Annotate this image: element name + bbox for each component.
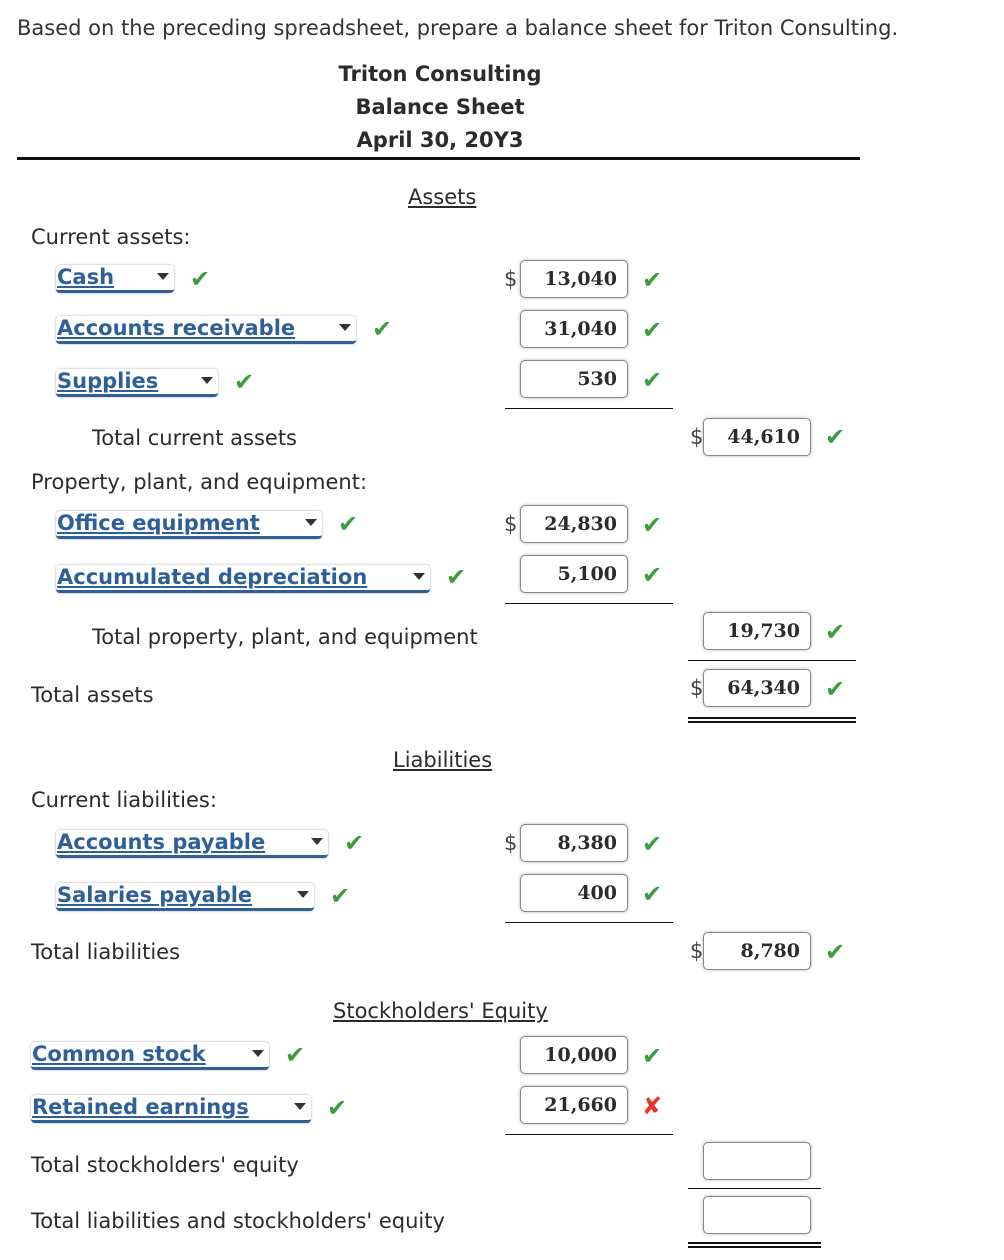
dropdown-arrow-icon — [311, 838, 323, 845]
dollar-sign: $ — [690, 425, 704, 449]
ppe-label: Property, plant, and equipment: — [31, 470, 368, 494]
amount-input-total-liabilities-equity[interactable] — [703, 1196, 811, 1234]
amount-input-retained-earnings[interactable]: 21,660 — [520, 1086, 628, 1124]
check-icon: ✔ — [642, 511, 663, 539]
amount-input-common-stock[interactable]: 10,000 — [520, 1036, 628, 1074]
subtotal-line — [505, 922, 673, 923]
dollar-sign: $ — [504, 267, 518, 291]
check-icon: ✔ — [642, 880, 663, 908]
amount-input-office-equipment[interactable]: 24,830 — [520, 505, 628, 543]
current-assets-label: Current assets: — [31, 225, 191, 249]
dollar-sign: $ — [690, 939, 704, 963]
total-current-assets-label: Total current assets — [92, 426, 297, 450]
check-icon: ✔ — [190, 265, 211, 293]
check-icon: ✔ — [642, 830, 663, 858]
account-select-salaries-payable[interactable]: Salaries payable — [56, 883, 314, 911]
subtotal-line — [505, 1134, 673, 1135]
account-select-accounts-payable[interactable]: Accounts payable — [56, 830, 328, 858]
statement-date: April 30, 20Y3 — [356, 128, 524, 152]
current-liabilities-label: Current liabilities: — [31, 788, 217, 812]
dropdown-arrow-icon — [157, 273, 169, 280]
account-select-retained-earnings[interactable]: Retained earnings — [31, 1095, 311, 1123]
check-icon: ✔ — [285, 1041, 306, 1069]
double-underline — [688, 1242, 821, 1248]
account-select-common-stock[interactable]: Common stock — [31, 1042, 269, 1070]
dollar-sign: $ — [504, 512, 518, 536]
account-select-value: Accounts payable — [57, 830, 266, 854]
amount-input-supplies[interactable]: 530 — [520, 360, 628, 398]
equity-section-title: Stockholders' Equity — [333, 999, 548, 1023]
check-icon: ✔ — [327, 1094, 348, 1122]
check-icon: ✔ — [825, 675, 846, 703]
check-icon: ✔ — [642, 266, 663, 294]
total-equity-label: Total stockholders' equity — [31, 1153, 299, 1177]
question-prompt: Based on the preceding spreadsheet, prep… — [17, 16, 899, 40]
check-icon: ✔ — [234, 368, 255, 396]
liabilities-section-title: Liabilities — [393, 748, 493, 772]
account-select-accounts-receivable[interactable]: Accounts receivable — [56, 316, 356, 344]
check-icon: ✔ — [825, 938, 846, 966]
account-select-value: Office equipment — [57, 511, 260, 535]
dropdown-arrow-icon — [297, 891, 309, 898]
check-icon: ✔ — [642, 561, 663, 589]
statement-title: Balance Sheet — [355, 95, 525, 119]
check-icon: ✔ — [446, 563, 467, 591]
amount-input-total-equity[interactable] — [703, 1142, 811, 1180]
double-underline — [688, 717, 856, 723]
check-icon: ✔ — [642, 1042, 663, 1070]
check-icon: ✔ — [338, 510, 359, 538]
total-assets-label: Total assets — [31, 683, 154, 707]
account-select-supplies[interactable]: Supplies — [56, 369, 218, 397]
amount-input-salaries-payable[interactable]: 400 — [520, 874, 628, 912]
subtotal-line — [688, 660, 856, 661]
total-liabilities-equity-label: Total liabilities and stockholders' equi… — [31, 1209, 445, 1233]
total-ppe-label: Total property, plant, and equipment — [92, 625, 478, 649]
account-select-value: Retained earnings — [32, 1095, 249, 1119]
account-select-office-equipment[interactable]: Office equipment — [56, 511, 322, 539]
dropdown-arrow-icon — [413, 573, 425, 580]
dropdown-arrow-icon — [201, 377, 213, 384]
account-select-cash[interactable]: Cash — [56, 265, 174, 293]
check-icon: ✔ — [330, 882, 351, 910]
amount-input-accounts-receivable[interactable]: 31,040 — [520, 310, 628, 348]
amount-input-total-assets[interactable]: 64,340 — [703, 669, 811, 707]
check-icon: ✔ — [642, 316, 663, 344]
account-select-value: Accounts receivable — [57, 316, 296, 340]
assets-section-title: Assets — [408, 185, 477, 209]
dropdown-arrow-icon — [252, 1050, 264, 1057]
header-divider — [17, 157, 860, 160]
amount-input-cash[interactable]: 13,040 — [520, 260, 628, 298]
incorrect-x-icon: ✘ — [642, 1092, 663, 1120]
check-icon: ✔ — [825, 423, 846, 451]
account-select-value: Supplies — [57, 369, 159, 393]
dropdown-arrow-icon — [339, 324, 351, 331]
company-name: Triton Consulting — [338, 62, 542, 86]
check-icon: ✔ — [372, 315, 393, 343]
check-icon: ✔ — [825, 618, 846, 646]
amount-input-accounts-payable[interactable]: 8,380 — [520, 824, 628, 862]
check-icon: ✔ — [642, 366, 663, 394]
account-select-value: Cash — [57, 265, 115, 289]
check-icon: ✔ — [344, 829, 365, 857]
account-select-value: Accumulated depreciation — [57, 565, 368, 589]
amount-input-total-liabilities[interactable]: 8,780 — [703, 932, 811, 970]
dollar-sign: $ — [504, 831, 518, 855]
subtotal-line — [505, 603, 673, 604]
account-select-value: Salaries payable — [57, 883, 253, 907]
amount-input-total-current-assets[interactable]: 44,610 — [703, 418, 811, 456]
subtotal-line — [505, 408, 673, 409]
subtotal-line — [688, 1188, 821, 1189]
dropdown-arrow-icon — [305, 519, 317, 526]
account-select-accumulated-depreciation[interactable]: Accumulated depreciation — [56, 565, 430, 593]
amount-input-total-ppe[interactable]: 19,730 — [703, 612, 811, 650]
amount-input-accumulated-depreciation[interactable]: 5,100 — [520, 555, 628, 593]
account-select-value: Common stock — [32, 1042, 206, 1066]
total-liabilities-label: Total liabilities — [31, 940, 181, 964]
dropdown-arrow-icon — [294, 1103, 306, 1110]
dollar-sign: $ — [690, 676, 704, 700]
